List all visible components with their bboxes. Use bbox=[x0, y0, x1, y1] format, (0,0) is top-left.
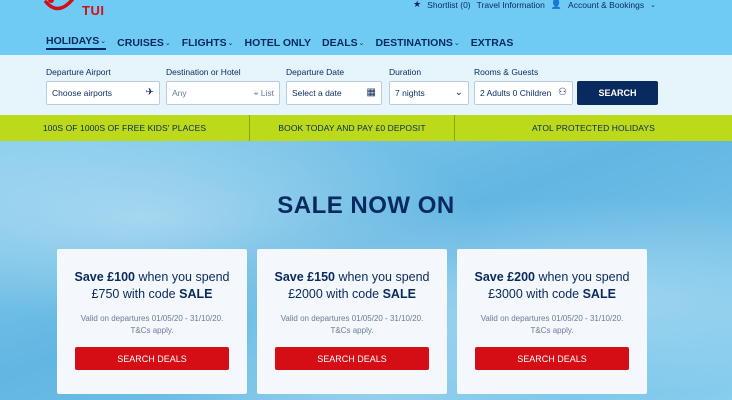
user-icon: 👤 bbox=[550, 0, 563, 9]
nav-deals[interactable]: DEALS ⌄ bbox=[322, 35, 364, 50]
deal-spend: £750 with code bbox=[91, 287, 180, 301]
deal-code: SALE bbox=[582, 287, 616, 301]
deal-tcs[interactable]: T&Cs apply. bbox=[331, 326, 374, 335]
duration-value: 7 nights bbox=[395, 88, 425, 98]
deal-condition: when you spend bbox=[334, 270, 430, 284]
nav-extras[interactable]: EXTRAS bbox=[471, 35, 514, 50]
deal-headline: Save £100 when you spend £750 with code … bbox=[57, 269, 247, 303]
deal-saving: Save £200 bbox=[474, 270, 535, 284]
date-value: Select a date bbox=[292, 88, 342, 98]
deal-terms: Valid on departures 01/05/20 - 31/10/20.… bbox=[457, 313, 647, 337]
deal-saving: Save £100 bbox=[74, 270, 135, 284]
destination-label: Destination or Hotel bbox=[166, 67, 241, 77]
usp-free-kids-places[interactable]: 100S OF 1000S OF FREE KIDS' PLACES bbox=[0, 115, 250, 141]
account-link[interactable]: Account & Bookings bbox=[568, 0, 644, 10]
deal-headline: Save £150 when you spend £2000 with code… bbox=[257, 269, 447, 303]
search-deals-button[interactable]: SEARCH DEALS bbox=[75, 347, 229, 370]
search-deals-button[interactable]: SEARCH DEALS bbox=[475, 347, 629, 370]
chevron-down-icon: ⌄ bbox=[164, 39, 171, 47]
utility-links: ★ Shortlist (0) Travel Information 👤 Acc… bbox=[413, 0, 656, 10]
destination-field[interactable]: Any ⌖ List bbox=[166, 81, 280, 105]
nav-hotel-only[interactable]: HOTEL ONLY bbox=[245, 35, 312, 50]
destination-placeholder: Any bbox=[172, 88, 187, 98]
plane-icon: ✈ bbox=[145, 87, 154, 98]
star-icon: ★ bbox=[413, 0, 422, 9]
deal-tcs[interactable]: T&Cs apply. bbox=[131, 326, 174, 335]
holiday-search-panel: Departure Airport Choose airports ✈ Dest… bbox=[0, 55, 732, 115]
nav-label: HOTEL ONLY bbox=[244, 36, 312, 49]
chevron-down-icon: ⌄ bbox=[227, 39, 234, 47]
site-header: TUI ★ Shortlist (0) Travel Information 👤… bbox=[0, 0, 732, 55]
chevron-down-icon: ⌄ bbox=[100, 38, 107, 45]
rooms-value: 2 Adults 0 Children bbox=[480, 88, 552, 98]
deal-terms: Valid on departures 01/05/20 - 31/10/20.… bbox=[257, 313, 447, 337]
usp-atol-protected[interactable]: ATOL PROTECTED HOLIDAYS bbox=[455, 115, 732, 141]
deal-spend: £3000 with code bbox=[488, 287, 583, 301]
chevron-down-icon: ⌄ bbox=[453, 39, 460, 47]
calendar-icon: ▦ bbox=[366, 87, 376, 98]
people-icon: ⚇ bbox=[558, 87, 567, 98]
nav-destinations[interactable]: DESTINATIONS ⌄ bbox=[376, 35, 460, 50]
list-label: List bbox=[260, 88, 274, 98]
rooms-label: Rooms & Guests bbox=[474, 67, 539, 77]
deal-validity: Valid on departures 01/05/20 - 31/10/20. bbox=[480, 314, 624, 323]
nav-label: FLIGHTS bbox=[181, 36, 227, 49]
nav-label: DESTINATIONS bbox=[375, 36, 453, 49]
brand-name[interactable]: TUI bbox=[82, 3, 104, 18]
usp-bar: 100S OF 1000S OF FREE KIDS' PLACES BOOK … bbox=[0, 115, 732, 141]
nav-label: EXTRAS bbox=[470, 36, 514, 49]
deal-terms: Valid on departures 01/05/20 - 31/10/20.… bbox=[57, 313, 247, 337]
deal-condition: when you spend bbox=[134, 270, 230, 284]
deal-card: Save £150 when you spend £2000 with code… bbox=[257, 249, 447, 394]
nav-flights[interactable]: FLIGHTS ⌄ bbox=[182, 35, 234, 50]
sale-hero: SALE NOW ON Save £100 when you spend £75… bbox=[0, 141, 732, 400]
departure-value: Choose airports bbox=[52, 88, 113, 98]
search-deals-button[interactable]: SEARCH DEALS bbox=[275, 347, 429, 370]
deal-card: Save £200 when you spend £3000 with code… bbox=[457, 249, 647, 394]
travel-info-link[interactable]: Travel Information bbox=[477, 0, 545, 10]
main-nav: HOLIDAYS ⌄ CRUISES ⌄ FLIGHTS ⌄ HOTEL ONLY D… bbox=[46, 35, 513, 50]
usp-zero-deposit[interactable]: BOOK TODAY AND PAY £0 DEPOSIT bbox=[250, 115, 455, 141]
departure-airport-field[interactable]: Choose airports ✈ bbox=[46, 81, 160, 105]
duration-select[interactable]: 7 nights ⌄ bbox=[389, 81, 469, 105]
deal-condition: when you spend bbox=[534, 270, 630, 284]
nav-label: HOLIDAYS bbox=[46, 35, 100, 47]
deal-validity: Valid on departures 01/05/20 - 31/10/20. bbox=[280, 314, 424, 323]
map-pin-icon: ⌖ bbox=[253, 88, 259, 98]
duration-label: Duration bbox=[389, 67, 422, 77]
deal-code: SALE bbox=[382, 287, 416, 301]
deal-headline: Save £200 when you spend £3000 with code… bbox=[457, 269, 647, 303]
search-button[interactable]: SEARCH bbox=[577, 81, 658, 105]
deal-tcs[interactable]: T&Cs apply. bbox=[531, 326, 574, 335]
chevron-down-icon: ⌄ bbox=[650, 1, 656, 9]
deal-code: SALE bbox=[179, 287, 213, 301]
deal-spend: £2000 with code bbox=[288, 287, 383, 301]
deal-card: Save £100 when you spend £750 with code … bbox=[57, 249, 247, 394]
nav-label: CRUISES bbox=[117, 36, 164, 49]
hero-title: SALE NOW ON bbox=[277, 192, 455, 219]
deal-validity: Valid on departures 01/05/20 - 31/10/20. bbox=[80, 314, 224, 323]
chevron-down-icon: ⌄ bbox=[358, 39, 365, 47]
nav-holidays[interactable]: HOLIDAYS ⌄ bbox=[46, 35, 107, 50]
chevron-down-icon: ⌄ bbox=[454, 87, 463, 98]
nav-cruises[interactable]: CRUISES ⌄ bbox=[117, 35, 171, 50]
rooms-guests-field[interactable]: 2 Adults 0 Children ⚇ bbox=[474, 81, 573, 105]
departure-label: Departure Airport bbox=[46, 67, 111, 77]
departure-date-field[interactable]: Select a date ▦ bbox=[286, 81, 382, 105]
deal-saving: Save £150 bbox=[274, 270, 335, 284]
date-label: Departure Date bbox=[286, 67, 345, 77]
destination-list-link[interactable]: ⌖ List bbox=[254, 88, 274, 99]
shortlist-link[interactable]: Shortlist (0) bbox=[427, 0, 470, 10]
nav-label: DEALS bbox=[322, 36, 358, 49]
